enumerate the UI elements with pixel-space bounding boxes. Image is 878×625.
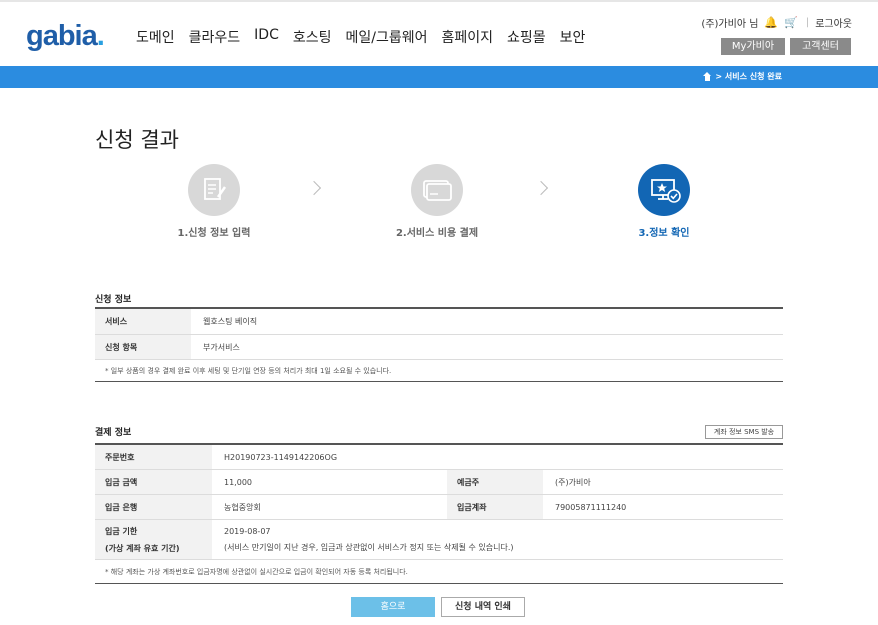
nav-shoppingmall[interactable]: 쇼핑몰 — [507, 27, 546, 47]
table-row: 입금 금액 11,000 예금주 (주)가비아 — [95, 470, 783, 495]
main-nav: 도메인 클라우드 IDC 호스팅 메일/그룹웨어 홈페이지 쇼핑몰 보안 — [136, 27, 599, 47]
bank-label: 입금 은행 — [95, 495, 212, 519]
nav-homepage[interactable]: 홈페이지 — [442, 27, 494, 47]
application-info-table: 서비스 웹호스팅 베이직 신청 항목 부가서비스 * 일부 상품의 경우 결제 … — [95, 307, 783, 382]
step-3-label: 3.정보 확인 — [638, 228, 690, 239]
gabia-logo[interactable]: gabia. — [26, 20, 105, 53]
logout-link[interactable]: 로그아웃 — [815, 15, 852, 30]
sms-send-button[interactable]: 계좌 정보 SMS 발송 — [705, 425, 783, 439]
application-info-title: 신청 정보 — [95, 295, 132, 305]
depositor-label: 예금주 — [447, 470, 543, 494]
account-label: 입금계좌 — [447, 495, 543, 519]
chevron-right-icon — [306, 180, 322, 196]
chevron-right-icon — [533, 180, 549, 196]
account-value: 79005871111240 — [555, 502, 627, 512]
nav-domain[interactable]: 도메인 — [136, 27, 175, 47]
amount-value: 11,000 — [224, 477, 252, 487]
table-row: 신청 항목 부가서비스 — [95, 335, 783, 360]
payment-note: * 해당 계좌는 가상 계좌번호로 입금자명에 상관없이 실시간으로 입금이 확… — [105, 567, 408, 576]
deadline-value: 2019-08-07 (서비스 만기일이 지난 경우, 입금과 상관없이 서비스… — [224, 526, 514, 552]
step-2: 2.서비스 비용 결제 — [382, 164, 492, 239]
order-number-value: H20190723-1149142206OG — [224, 452, 338, 462]
cart-icon[interactable]: 🛒 — [784, 16, 798, 29]
payment-info-title: 결제 정보 — [95, 428, 132, 438]
deadline-label: 입금 기한 (가상 계좌 유효 기간) — [95, 520, 212, 559]
divider: | — [805, 17, 810, 28]
nav-cloud[interactable]: 클라우드 — [189, 27, 241, 47]
depositor-value: (주)가비아 — [555, 477, 591, 487]
nav-hosting[interactable]: 호스팅 — [293, 27, 332, 47]
utility-menu: (주)가비아 님 🔔 🛒 | 로그아웃 — [701, 15, 852, 30]
order-number-label: 주문번호 — [95, 445, 212, 469]
nav-idc[interactable]: IDC — [254, 27, 279, 47]
table-row: * 일부 상품의 경우 결제 완료 이후 세팅 및 단기일 연장 등의 처리가 … — [95, 360, 783, 382]
application-note: * 일부 상품의 경우 결제 완료 이후 세팅 및 단기일 연장 등의 처리가 … — [105, 366, 392, 375]
apply-item-value: 부가서비스 — [203, 342, 240, 352]
credit-card-icon — [411, 164, 463, 216]
home-icon[interactable] — [703, 72, 712, 81]
step-3: 3.정보 확인 — [609, 164, 719, 239]
user-name: (주)가비아 님 — [701, 19, 759, 30]
breadcrumb: > 서비스 신청 완료 — [703, 71, 782, 82]
print-button[interactable]: 신청 내역 인쇄 — [441, 597, 525, 617]
step-1: 1.신청 정보 입력 — [159, 164, 269, 239]
monitor-check-icon — [638, 164, 690, 216]
my-gabia-button[interactable]: My가비아 — [721, 38, 785, 55]
table-row: 서비스 웹호스팅 베이직 — [95, 309, 783, 335]
document-edit-icon — [188, 164, 240, 216]
service-label: 서비스 — [95, 309, 191, 334]
step-1-label: 1.신청 정보 입력 — [177, 228, 251, 239]
nav-security[interactable]: 보안 — [560, 27, 586, 47]
page-title: 신청 결과 — [95, 128, 179, 152]
nav-mail-groupware[interactable]: 메일/그룹웨어 — [346, 27, 428, 47]
step-2-label: 2.서비스 비용 결제 — [395, 228, 479, 239]
bell-icon[interactable]: 🔔 — [764, 16, 778, 29]
table-row: 입금 기한 (가상 계좌 유효 기간) 2019-08-07 (서비스 만기일이… — [95, 520, 783, 560]
apply-item-label: 신청 항목 — [95, 335, 191, 359]
bank-value: 농협중앙회 — [224, 502, 261, 512]
table-row: 입금 은행 농협중앙회 입금계좌 79005871111240 — [95, 495, 783, 520]
home-button[interactable]: 홈으로 — [351, 597, 435, 617]
customer-center-button[interactable]: 고객센터 — [790, 38, 851, 55]
location-bar: > 서비스 신청 완료 — [0, 66, 878, 88]
table-row: 주문번호 H20190723-1149142206OG — [95, 445, 783, 470]
site-header: gabia. 도메인 클라우드 IDC 호스팅 메일/그룹웨어 홈페이지 쇼핑몰… — [0, 0, 878, 66]
service-value: 웹호스팅 베이직 — [203, 317, 258, 326]
payment-info-table: 주문번호 H20190723-1149142206OG 입금 금액 11,000… — [95, 443, 783, 584]
breadcrumb-current: > 서비스 신청 완료 — [715, 72, 782, 81]
table-row: * 해당 계좌는 가상 계좌번호로 입금자명에 상관없이 실시간으로 입금이 확… — [95, 560, 783, 584]
amount-label: 입금 금액 — [95, 470, 212, 494]
